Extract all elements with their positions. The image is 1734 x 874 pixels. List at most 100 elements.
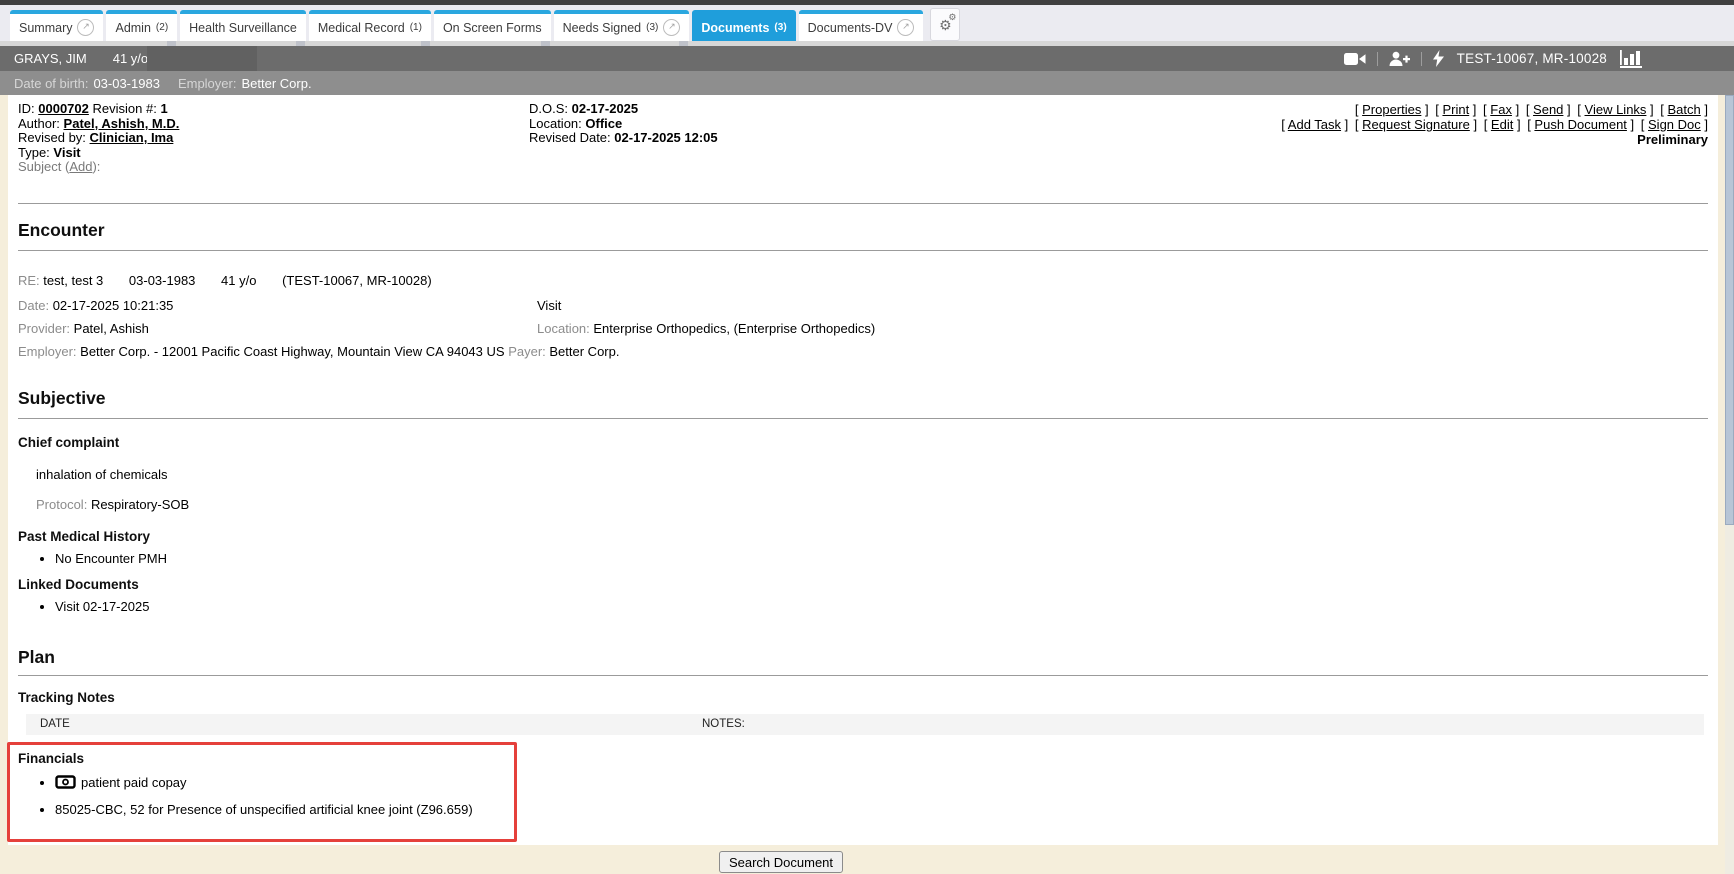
tab-documents[interactable]: Documents (3) (692, 10, 795, 41)
list-item: patient paid copay (55, 775, 473, 793)
tab-label: On Screen Forms (443, 21, 542, 35)
type-value: Visit (53, 145, 80, 160)
encounter-date-row: Date: 02-17-2025 10:21:35 Visit (18, 298, 1708, 314)
dos-row: D.O.S: 02-17-2025 (529, 102, 718, 117)
protocol-value: Respiratory-SOB (91, 497, 189, 512)
enc-location-value: Enterprise Orthopedics, (Enterprise Orth… (593, 321, 875, 336)
tab-needs-signed[interactable]: Needs Signed (3) ↗ (554, 10, 690, 41)
push-document-link[interactable]: Push Document (1534, 117, 1627, 132)
vertical-scrollbar-track[interactable] (1725, 95, 1734, 874)
tab-summary[interactable]: Summary ↗ (10, 10, 103, 41)
header-divider (18, 203, 1708, 204)
financials-list: patient paid copay 85025-CBC, 52 for Pre… (18, 775, 473, 818)
edit-link[interactable]: Edit (1491, 117, 1513, 132)
location-value: Office (585, 116, 622, 131)
revision-value: 1 (160, 101, 167, 116)
popout-icon[interactable]: ↗ (77, 19, 94, 36)
re-name: test, test 3 (43, 273, 103, 288)
enc-location-label: Location: (537, 321, 590, 336)
financial-item-text: 85025-CBC, 52 for Presence of unspecifie… (55, 802, 473, 817)
patient-bar-highlight (147, 46, 257, 71)
tab-settings-button[interactable]: ⚙ ⚙ (930, 8, 960, 41)
tab-dropdown-notch[interactable] (541, 41, 550, 46)
doc-id-link[interactable]: 0000702 (38, 101, 89, 116)
author-label: Author: (18, 116, 60, 131)
dob-value: 03-03-1983 (93, 76, 160, 91)
doc-type-row: Type: Visit (18, 146, 1708, 161)
bar-chart-icon[interactable] (1620, 50, 1642, 68)
financial-item-text: patient paid copay (81, 775, 187, 790)
author-link[interactable]: Patel, Ashish, M.D. (64, 116, 180, 131)
divider (1377, 52, 1378, 66)
tab-dropdown-notch[interactable] (421, 41, 430, 46)
request-signature-link[interactable]: Request Signature (1362, 117, 1470, 132)
location-label: Location: (529, 116, 582, 131)
enc-employer-label: Employer: (18, 344, 77, 359)
patient-info-bar: Date of birth: 03-03-1983 Employer: Bett… (0, 71, 1734, 95)
provider-label: Provider: (18, 321, 70, 336)
re-row: RE: test, test 3 03-03-1983 41 y/o (TEST… (18, 273, 1708, 289)
tab-dropdown-notch[interactable] (296, 41, 305, 46)
dob-label: Date of birth: (0, 76, 88, 91)
chief-complaint-text: inhalation of chemicals (36, 467, 1708, 483)
tab-on-screen-forms[interactable]: On Screen Forms (434, 10, 551, 41)
patient-name: GRAYS, JIM (0, 51, 87, 66)
tab-label: Documents (701, 21, 769, 35)
popout-icon[interactable]: ↗ (663, 19, 680, 36)
revised-by-link[interactable]: Clinician, Ima (90, 130, 174, 145)
tab-admin[interactable]: Admin (2) (106, 10, 177, 41)
patient-age: 41 y/o (113, 51, 148, 66)
add-user-icon[interactable] (1389, 51, 1410, 66)
pmh-list: No Encounter PMH (18, 551, 1708, 567)
enc-employer-value: Better Corp. - 12001 Pacific Coast Highw… (80, 344, 504, 359)
tab-label: Needs Signed (563, 21, 642, 35)
subject-add-link[interactable]: Add (69, 159, 92, 174)
tab-count: (1) (410, 22, 422, 33)
subjective-divider (18, 418, 1708, 419)
date-label: Date: (18, 298, 49, 313)
financials-section: Financials patient paid copay 85025-CBC,… (18, 751, 473, 827)
list-item: 85025-CBC, 52 for Presence of unspecifie… (55, 802, 473, 818)
print-link[interactable]: Print (1442, 102, 1469, 117)
popout-icon[interactable]: ↗ (897, 19, 914, 36)
provider-value: Patel, Ashish (74, 321, 149, 336)
revised-by-label: Revised by: (18, 130, 86, 145)
add-task-link[interactable]: Add Task (1288, 117, 1341, 132)
dos-value: 02-17-2025 (572, 101, 639, 116)
tab-health-surveillance[interactable]: Health Surveillance (180, 10, 306, 41)
date-column-header: DATE (40, 718, 70, 730)
linked-documents-heading: Linked Documents (18, 577, 1708, 593)
actions-row-2: Add Task Request Signature Edit Push Doc… (1278, 117, 1708, 132)
chief-complaint-heading: Chief complaint (18, 435, 1708, 451)
tab-count: (3) (774, 22, 786, 33)
tab-dropdown-notch[interactable] (679, 41, 688, 46)
dos-label: D.O.S: (529, 101, 568, 116)
patient-chart-id: TEST-10067, MR-10028 (1457, 51, 1607, 66)
protocol-label: Protocol: (36, 497, 87, 512)
document-actions: Properties Print Fax Send View Links Bat… (1278, 102, 1708, 147)
properties-link[interactable]: Properties (1362, 102, 1421, 117)
sign-doc-link[interactable]: Sign Doc (1648, 117, 1701, 132)
view-links-link[interactable]: View Links (1585, 102, 1647, 117)
id-label: ID: (18, 101, 35, 116)
search-document-button[interactable]: Search Document (719, 851, 843, 873)
type-label: Type: (18, 145, 50, 160)
video-camera-icon[interactable] (1344, 52, 1366, 66)
tab-dropdown-notch[interactable] (167, 41, 176, 46)
gear-icon-small: ⚙ (948, 13, 956, 22)
tab-documents-dv[interactable]: Documents-DV ↗ (799, 10, 924, 41)
tracking-notes-table-header: DATE NOTES: (26, 714, 1704, 735)
encounter-divider (18, 250, 1708, 251)
lightning-bolt-icon[interactable] (1433, 50, 1444, 67)
vertical-scrollbar-thumb[interactable] (1725, 95, 1734, 525)
tab-medical-record[interactable]: Medical Record (1) (309, 10, 431, 41)
banknote-icon (55, 775, 76, 793)
pmh-heading: Past Medical History (18, 529, 1708, 545)
fax-link[interactable]: Fax (1490, 102, 1512, 117)
list-item: Visit 02-17-2025 (55, 599, 1708, 615)
plan-divider (18, 675, 1708, 676)
send-link[interactable]: Send (1533, 102, 1563, 117)
encounter-provider-row: Provider: Patel, Ashish Location: Enterp… (18, 321, 1708, 337)
batch-link[interactable]: Batch (1668, 102, 1701, 117)
revised-date-label: Revised Date: (529, 130, 611, 145)
